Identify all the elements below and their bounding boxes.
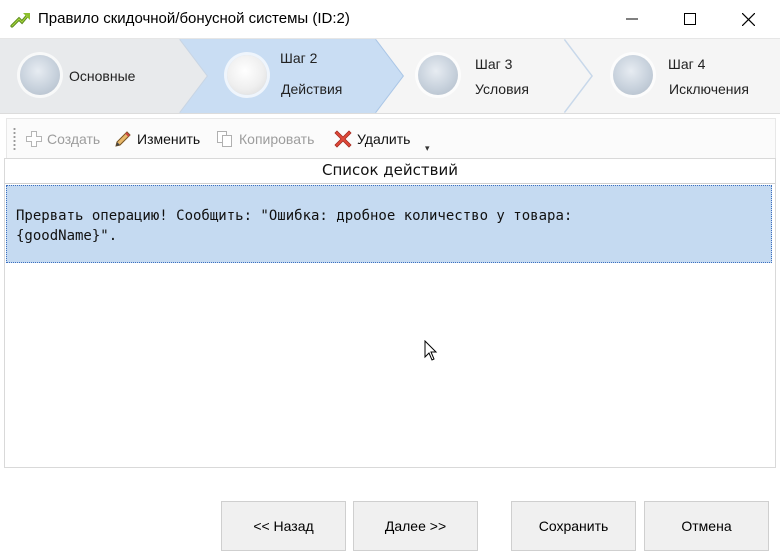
arrow-icon — [10, 13, 30, 28]
step-exclusions[interactable]: Шаг 4 Исключения — [595, 39, 780, 113]
step-title: Шаг 3 — [475, 56, 513, 72]
step-circle-icon — [418, 55, 458, 95]
toolbar-overflow-icon[interactable]: ▾ — [425, 143, 430, 154]
close-button[interactable] — [719, 0, 777, 38]
edit-button[interactable]: Изменить — [113, 129, 200, 149]
plus-icon — [26, 131, 42, 147]
step-label: Действия — [281, 81, 343, 97]
wizard-steps: Основные Шаг 2 Действия Шаг 3 Условия Ша… — [0, 38, 780, 114]
back-button[interactable]: << Назад — [221, 501, 346, 551]
create-button[interactable]: Создать — [25, 129, 100, 149]
copy-button[interactable]: Копировать — [215, 129, 314, 149]
step-circle-icon — [20, 55, 60, 95]
minimize-icon — [626, 18, 638, 20]
step-label: Условия — [475, 81, 529, 97]
maximize-icon — [684, 13, 696, 25]
save-button[interactable]: Сохранить — [511, 501, 636, 551]
step-circle-icon — [613, 55, 653, 95]
delete-button[interactable]: Удалить — [333, 129, 410, 149]
step-conditions[interactable]: Шаг 3 Условия — [400, 39, 580, 113]
maximize-button[interactable] — [661, 0, 719, 38]
delete-label: Удалить — [357, 131, 411, 147]
step-title: Шаг 4 — [668, 56, 706, 72]
edit-label: Изменить — [137, 131, 201, 147]
step-actions[interactable]: Шаг 2 Действия — [200, 39, 390, 113]
step-basic[interactable]: Основные — [0, 39, 200, 113]
actions-list: Список действий Прервать операцию! Сообщ… — [4, 158, 776, 468]
step-circle-icon — [227, 55, 267, 95]
actions-toolbar: Создать Изменить Копировать Удалить ▾ — [6, 118, 776, 159]
list-item[interactable]: Прервать операцию! Сообщить: "Ошибка: др… — [6, 185, 772, 263]
next-button[interactable]: Далее >> — [353, 501, 478, 551]
create-label: Создать — [47, 131, 101, 147]
list-header: Список действий — [5, 159, 775, 184]
close-icon — [741, 12, 755, 26]
window-title: Правило скидочной/бонусной системы (ID:2… — [38, 10, 350, 27]
copy-label: Копировать — [239, 131, 315, 147]
step-title: Шаг 2 — [280, 50, 318, 66]
step-label: Исключения — [669, 81, 749, 97]
mouse-cursor-icon — [424, 340, 438, 361]
cancel-button[interactable]: Отмена — [644, 501, 769, 551]
delete-x-icon — [334, 130, 352, 148]
title-bar: Правило скидочной/бонусной системы (ID:2… — [0, 0, 780, 38]
toolbar-grip[interactable] — [13, 127, 16, 151]
minimize-button[interactable] — [603, 0, 661, 38]
pencil-icon — [115, 131, 131, 147]
step-label: Основные — [69, 68, 136, 84]
copy-icon — [217, 131, 232, 147]
